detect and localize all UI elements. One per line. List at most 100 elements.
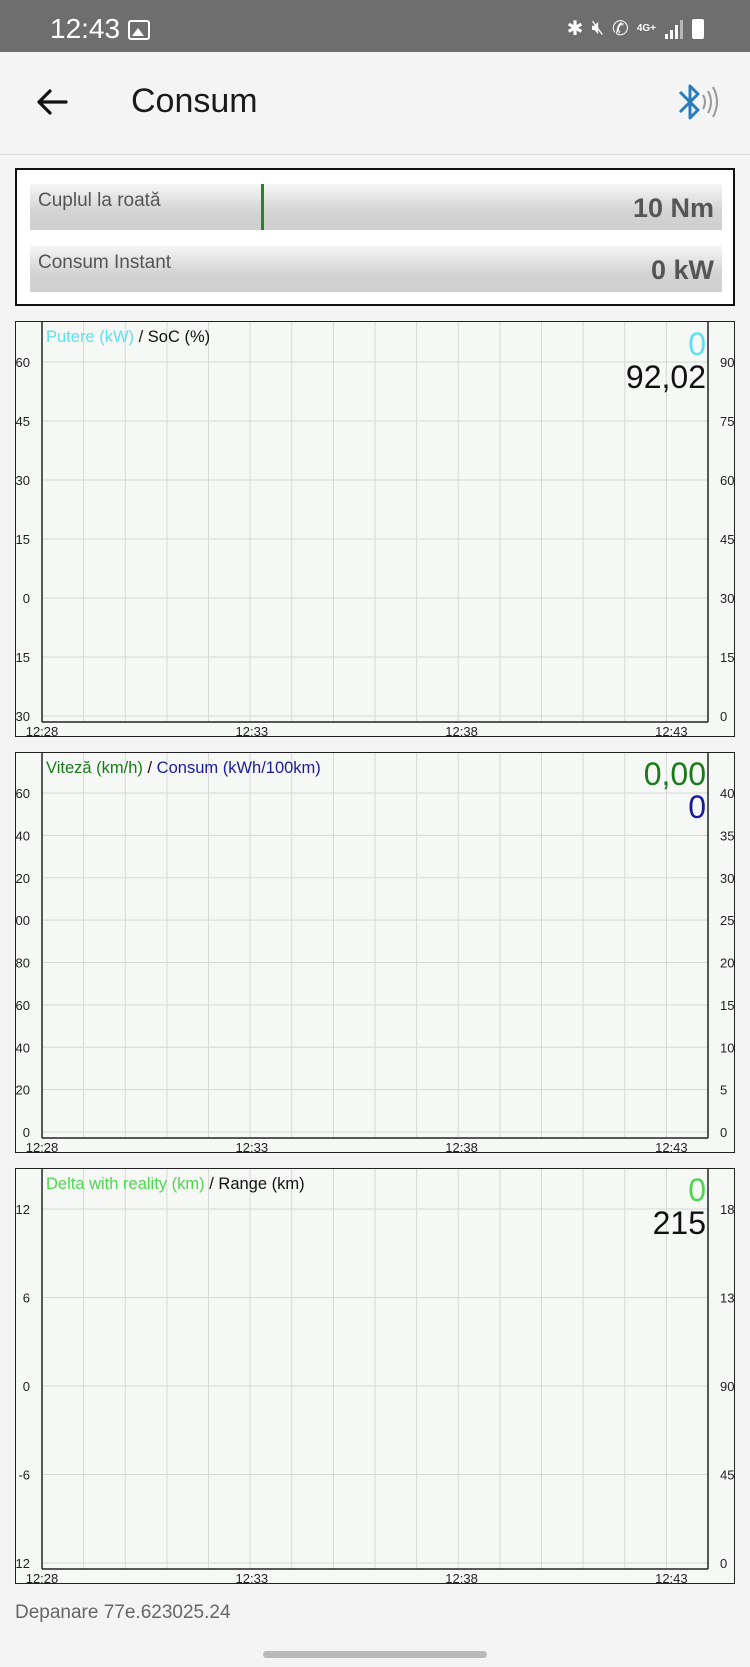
current-speed-value: 0,00	[643, 756, 706, 792]
legend-primary: Putere (kW)	[46, 328, 135, 346]
network-type-label: 4G+	[636, 22, 656, 34]
power-soc-chart: 60 45 30 15 0 15 30 90 75 60 45 30 15 0 12:28 12:33 12:3…	[15, 321, 735, 737]
y-axis-right-tick: 90	[720, 1379, 734, 1394]
y-axis-right-tick: 35	[720, 828, 734, 843]
instant-consumption-value: 0 kW	[650, 255, 714, 285]
arrow-left-icon[interactable]	[32, 82, 72, 122]
instant-consumption-label: Consum Instant	[38, 252, 172, 273]
x-axis-tick: 12:38	[445, 1140, 478, 1153]
chart-legend: Delta with reality (km) / Range (km)	[46, 1175, 305, 1194]
mute-icon: 🔇︎	[591, 17, 605, 39]
legend-primary: Delta with reality (km)	[46, 1175, 205, 1193]
y-axis-right-tick: 20	[720, 956, 734, 971]
home-indicator[interactable]	[263, 1651, 487, 1658]
x-axis-tick: 12:43	[655, 724, 688, 737]
y-axis-left-tick: 12	[16, 1202, 30, 1217]
y-axis-right-tick: 45	[720, 1468, 734, 1483]
delta-range-chart: 12 6 0 -6 12 18 13 90 45 0 12:28 12:33 12:38 12:43 De…	[15, 1168, 735, 1584]
x-axis-tick: 12:33	[236, 1571, 269, 1584]
x-axis-tick: 12:43	[655, 1140, 688, 1153]
y-axis-left-tick: 40	[16, 828, 30, 843]
legend-sep: /	[147, 759, 153, 777]
status-bar: 12:43 ✱ 🔇︎ ✆ 4G+	[0, 0, 750, 52]
x-axis-tick: 12:33	[236, 1140, 269, 1153]
x-axis-tick: 12:38	[445, 724, 478, 737]
legend-secondary: Range (km)	[218, 1175, 305, 1193]
y-axis-left-tick: 60	[16, 786, 30, 801]
current-consumption-value: 0	[688, 789, 706, 825]
y-axis-right-tick: 15	[720, 650, 734, 665]
chart-legend: Putere (kW) / SoC (%)	[46, 328, 210, 347]
y-axis-left-tick: 12	[16, 1556, 30, 1571]
wifi-call-icon: ✆	[612, 18, 629, 40]
speed-consumption-chart-svg: 60402000806040200403530252015105012:28 12…	[16, 753, 734, 1153]
torque-value: 10 Nm	[632, 193, 714, 223]
signal-icon	[664, 19, 684, 39]
torque-gauge: Cuplul la roată 10 Nm	[30, 184, 722, 230]
y-axis-right-tick: 30	[720, 591, 734, 606]
page-title: Consum	[131, 82, 258, 120]
x-axis-tick: 12:28	[26, 1140, 59, 1153]
y-axis-right-tick: 75	[720, 414, 734, 429]
instant-consumption-gauge: Consum Instant 0 kW	[30, 246, 722, 292]
y-axis-left-tick: 0	[23, 591, 30, 606]
screen: 12:43 ✱ 🔇︎ ✆ 4G+ Consum Cuplul la roată	[0, 0, 750, 1667]
y-axis-right-tick: 90	[720, 355, 734, 370]
legend-secondary: SoC (%)	[147, 328, 211, 346]
y-axis-left-tick: 60	[16, 998, 30, 1013]
status-icons: ✱ 🔇︎ ✆ 4G+	[567, 16, 704, 41]
chart-legend: Viteză (km/h) / Consum (kWh/100km)	[46, 759, 321, 778]
gauges-panel: Cuplul la roată 10 Nm Consum Instant 0 k…	[15, 168, 735, 306]
x-axis-tick: 12:28	[26, 724, 59, 737]
legend-sep: /	[209, 1175, 214, 1193]
y-axis-right-tick: 0	[720, 1556, 727, 1571]
x-axis-tick: 12:43	[655, 1571, 688, 1584]
app-bar: Consum	[0, 52, 750, 155]
y-axis-left-tick: 00	[16, 913, 30, 928]
y-axis-left-tick: 15	[16, 532, 30, 547]
battery-icon	[692, 18, 704, 39]
y-axis-right-tick: 30	[720, 871, 734, 886]
x-axis-tick: 12:33	[236, 724, 269, 737]
y-axis-right-tick: 45	[720, 532, 734, 547]
image-icon	[128, 20, 150, 40]
y-axis-right-tick: 60	[720, 473, 734, 488]
y-axis-left-tick: 30	[16, 709, 30, 724]
current-delta-value: 0	[688, 1172, 706, 1208]
y-axis-left-tick: 30	[16, 473, 30, 488]
y-axis-left-tick: 15	[16, 650, 30, 665]
current-range-value: 215	[652, 1205, 706, 1241]
y-axis-right-tick: 25	[720, 913, 734, 928]
version-text: Depanare 77e.623025.24	[15, 1602, 231, 1623]
y-axis-right-tick: 0	[720, 709, 727, 724]
speed-consumption-chart: 60 40 20 00 80 60 40 20 0 40 35 30 25 20 15 10 5 0 12:28 12…	[15, 752, 735, 1153]
y-axis-left-tick: -6	[18, 1468, 30, 1483]
y-axis-left-tick: 20	[16, 871, 30, 886]
bluetooth-connected-icon[interactable]	[672, 80, 720, 124]
bluetooth-icon: ✱	[566, 18, 584, 40]
y-axis-left-tick: 60	[16, 355, 30, 370]
y-axis-right-tick: 5	[720, 1083, 727, 1098]
y-axis-left-tick: 0	[23, 1379, 30, 1394]
status-time: 12:43	[50, 13, 121, 44]
torque-marker	[261, 184, 264, 230]
y-axis-right-tick: 18	[720, 1202, 734, 1217]
y-axis-left-tick: 40	[16, 1040, 30, 1055]
y-axis-right-tick: 10	[720, 1040, 734, 1055]
x-axis-tick: 12:28	[26, 1571, 59, 1584]
current-soc-value: 92,02	[625, 359, 706, 395]
y-axis-left-tick: 20	[16, 1083, 30, 1098]
y-axis-left-tick: 45	[16, 414, 30, 429]
legend-sep: /	[138, 328, 144, 346]
legend-secondary: Consum (kWh/100km)	[156, 759, 321, 777]
torque-label: Cuplul la roată	[38, 190, 161, 211]
y-axis-left-tick: 0	[23, 1125, 30, 1140]
y-axis-left-tick: 80	[16, 956, 30, 971]
y-axis-right-tick: 13	[720, 1291, 734, 1306]
delta-range-chart-svg: 12 6 0 -6 12 18 13 90 45 0 12:28 12:33 12:38 12:43	[16, 1169, 734, 1584]
current-power-value: 0	[688, 326, 706, 362]
y-axis-left-tick: 6	[23, 1291, 30, 1306]
y-axis-right-tick: 40	[720, 786, 734, 801]
x-axis-tick: 12:38	[445, 1571, 478, 1584]
y-axis-right-tick: 15	[720, 998, 734, 1013]
